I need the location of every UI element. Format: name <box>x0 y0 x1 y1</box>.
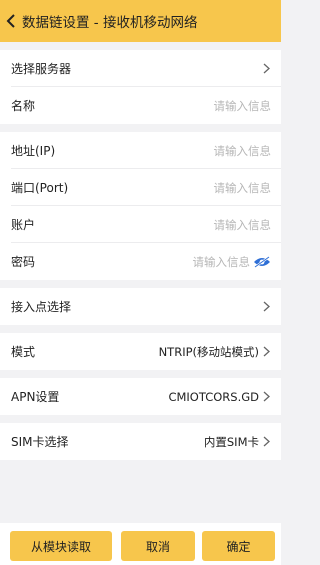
page-title: 数据链设置 - 接收机移动网络 <box>22 15 198 31</box>
address-input[interactable]: 请输入信息 <box>214 143 272 159</box>
mode-value: NTRIP(移动站模式) <box>158 344 259 359</box>
password-label: 密码 <box>11 255 36 269</box>
mountpoint-label: 接入点选择 <box>11 300 72 314</box>
mountpoint-row[interactable]: 接入点选择 <box>0 288 281 325</box>
cancel-button[interactable]: 取消 <box>121 531 195 561</box>
chevron-right-icon <box>263 436 271 448</box>
read-from-module-button[interactable]: 从模块读取 <box>10 531 112 561</box>
eye-hidden-icon[interactable] <box>253 255 271 268</box>
back-button[interactable] <box>6 11 20 31</box>
sim-row[interactable]: SIM卡选择 内置SIM卡 <box>0 423 281 460</box>
apn-row[interactable]: APN设置 CMIOTCORS.GD <box>0 378 281 415</box>
account-input[interactable]: 请输入信息 <box>214 217 272 233</box>
mode-group: 模式 NTRIP(移动站模式) <box>0 333 281 370</box>
port-label: 端口(Port) <box>11 181 69 195</box>
apn-group: APN设置 CMIOTCORS.GD <box>0 378 281 415</box>
mode-row[interactable]: 模式 NTRIP(移动站模式) <box>0 333 281 370</box>
name-label: 名称 <box>11 99 36 113</box>
sim-value: 内置SIM卡 <box>203 434 259 449</box>
connection-group: 地址(IP) 请输入信息 端口(Port) 请输入信息 账户 请输入信息 密码 … <box>0 132 281 280</box>
select-server-row[interactable]: 选择服务器 <box>0 50 281 87</box>
server-group: 选择服务器 名称 请输入信息 <box>0 50 281 124</box>
account-label: 账户 <box>11 218 36 232</box>
confirm-button[interactable]: 确定 <box>202 531 275 561</box>
back-chevron-icon <box>6 14 15 28</box>
chevron-right-icon <box>263 63 271 75</box>
mountpoint-group: 接入点选择 <box>0 288 281 325</box>
select-server-label: 选择服务器 <box>11 62 72 76</box>
account-row[interactable]: 账户 请输入信息 <box>0 206 281 243</box>
password-row[interactable]: 密码 请输入信息 <box>0 243 281 280</box>
apn-label: APN设置 <box>11 390 60 404</box>
footer-bar: 从模块读取 取消 确定 <box>0 523 281 565</box>
address-row[interactable]: 地址(IP) 请输入信息 <box>0 132 281 169</box>
chevron-right-icon <box>263 346 271 358</box>
sim-label: SIM卡选择 <box>11 435 69 449</box>
port-input[interactable]: 请输入信息 <box>214 180 272 196</box>
name-row[interactable]: 名称 请输入信息 <box>0 87 281 124</box>
chevron-right-icon <box>263 391 271 403</box>
port-row[interactable]: 端口(Port) 请输入信息 <box>0 169 281 206</box>
password-input[interactable]: 请输入信息 <box>193 254 251 270</box>
app-header: 数据链设置 - 接收机移动网络 <box>0 0 281 42</box>
address-label: 地址(IP) <box>11 144 56 158</box>
mode-label: 模式 <box>11 345 36 359</box>
chevron-right-icon <box>263 301 271 313</box>
apn-value: CMIOTCORS.GD <box>168 389 259 404</box>
name-input[interactable]: 请输入信息 <box>214 98 272 114</box>
sim-group: SIM卡选择 内置SIM卡 <box>0 423 281 460</box>
